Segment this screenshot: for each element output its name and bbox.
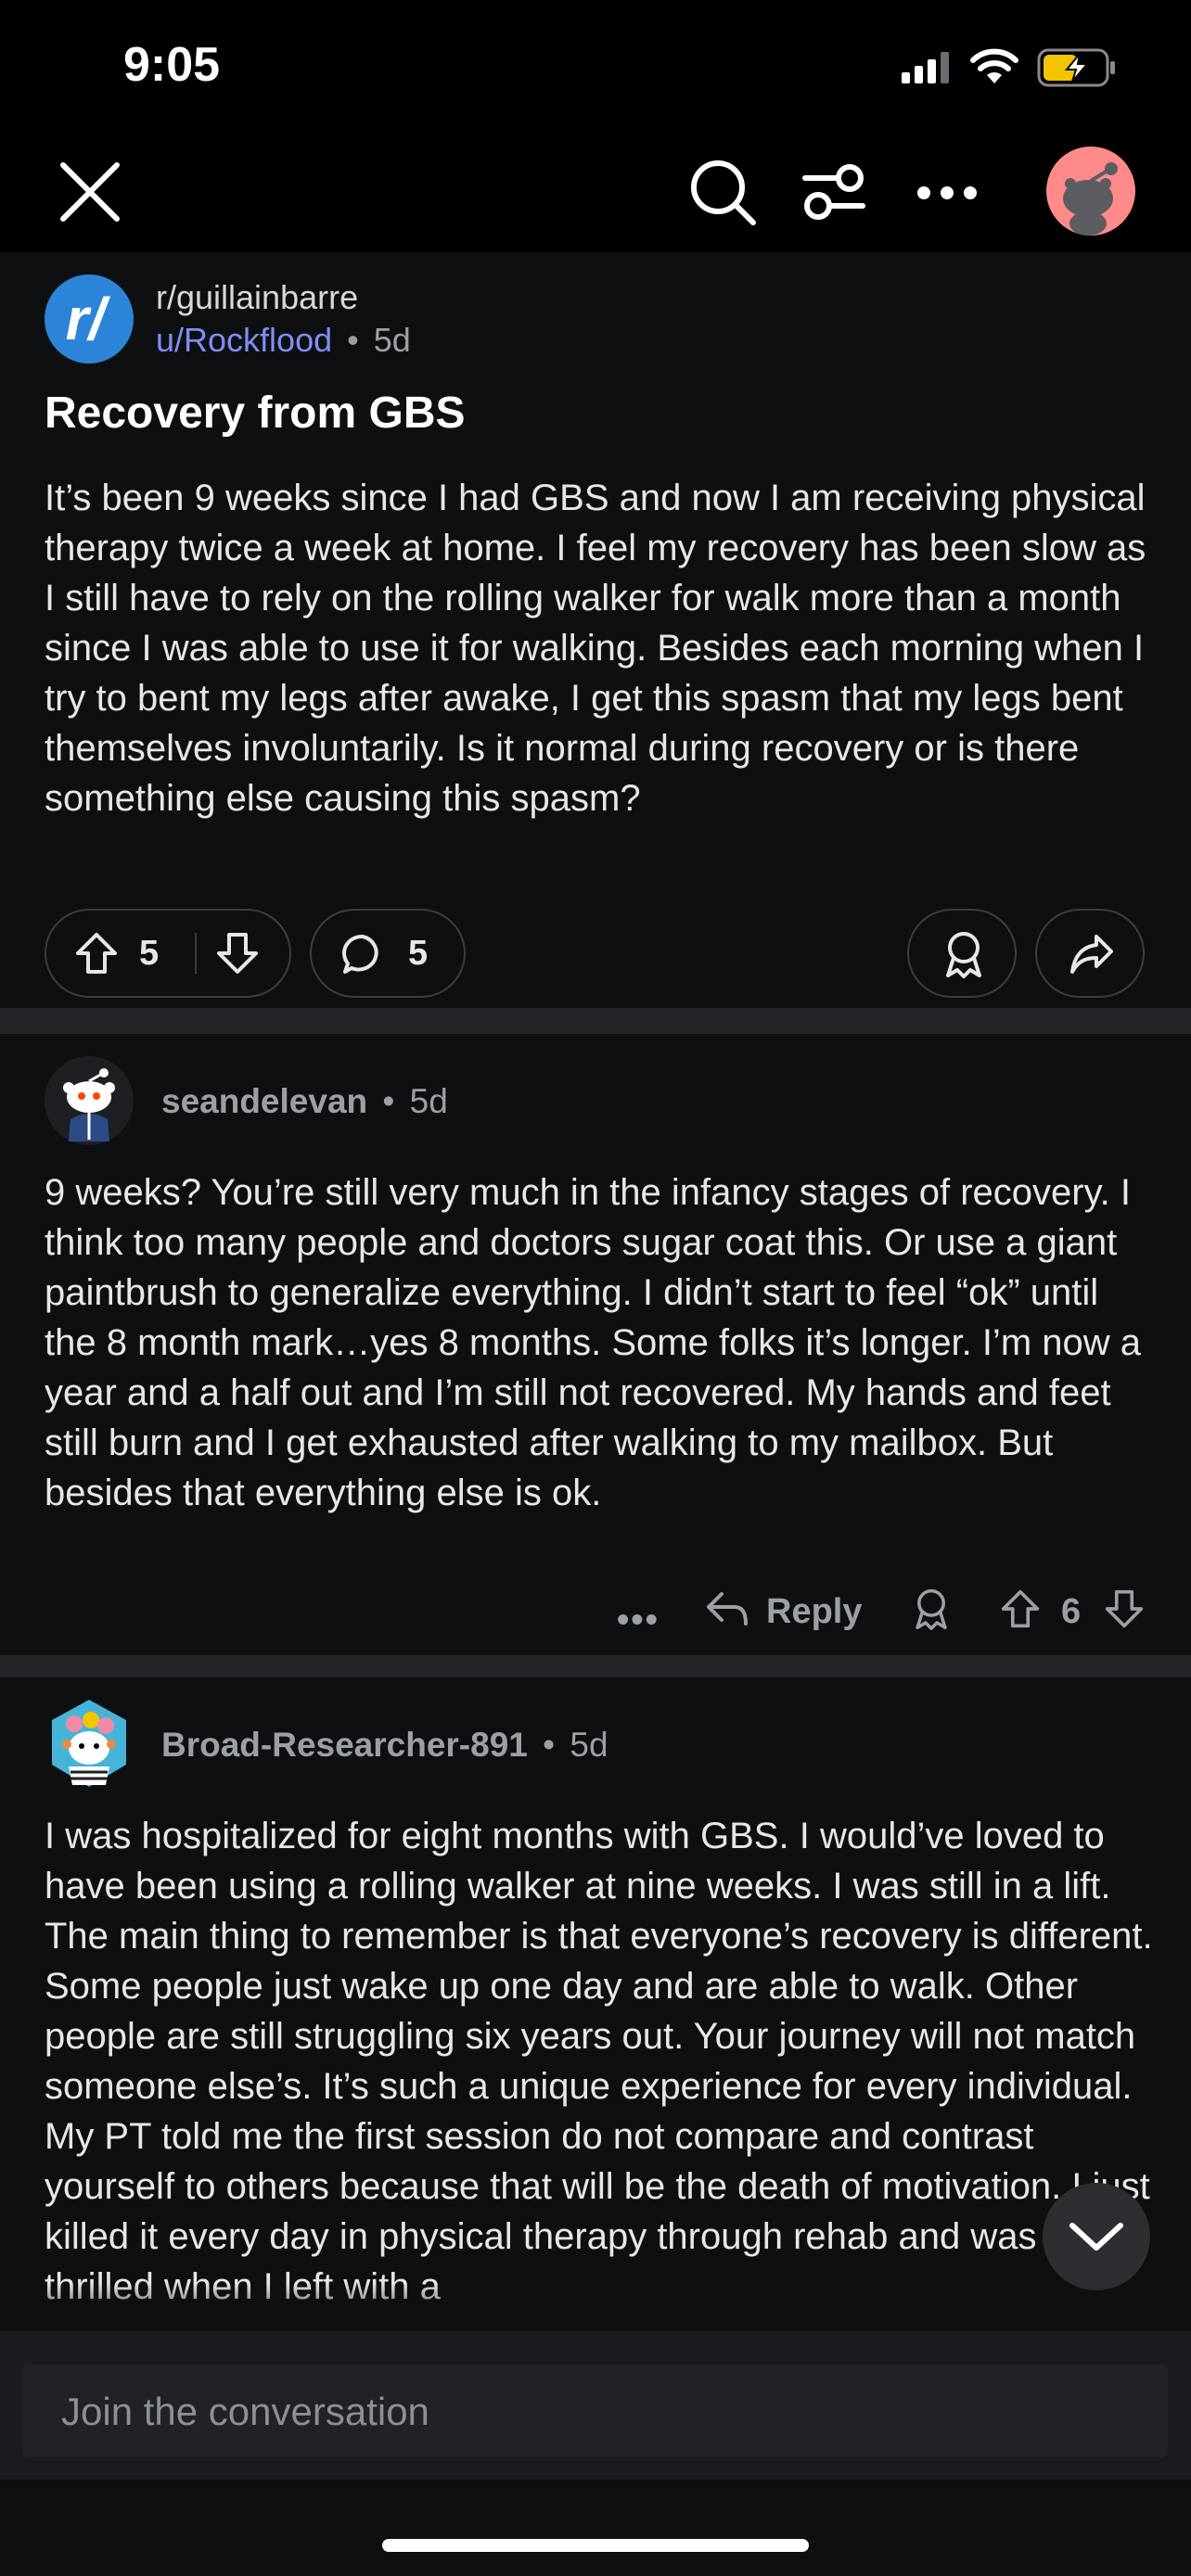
comment-icon [342,934,378,974]
share-button[interactable] [1035,909,1145,998]
home-area [0,2480,1191,2576]
post-age: 5d [373,321,411,359]
reply-button[interactable]: Reply [766,1592,862,1632]
status-bar: 9:05 [0,0,1191,139]
separator-dot: • [347,321,359,359]
comment-author[interactable]: seandelevan [161,1082,367,1120]
comment-age: 5d [570,1726,608,1764]
award-button[interactable] [907,909,1017,998]
comments-button[interactable]: 5 [310,909,466,998]
subreddit-icon[interactable]: r/ [45,274,134,363]
comment-author-line: Broad-Researcher-891 • 5d [161,1726,608,1765]
avatar[interactable] [1046,147,1135,236]
home-indicator[interactable] [382,2539,809,2552]
comment: Broad-Researcher-891 • 5d I was hospital… [0,1677,1191,2331]
comment-more-button[interactable]: ••• [617,1600,660,1640]
commenter-avatar[interactable] [43,1696,135,1792]
comment-count: 5 [408,934,429,973]
section-divider [0,1008,1191,1034]
vote-divider [195,933,197,974]
comment: seandelevan • 5d 9 weeks? You’re still v… [0,1034,1191,1655]
status-time: 9:05 [123,38,221,92]
downvote-icon[interactable] [215,931,260,976]
separator-dot: • [382,1082,395,1120]
join-conversation-input[interactable] [59,2365,1130,2459]
vote-pill: 5 [45,909,291,998]
signal-icon [902,52,949,83]
commenter-avatar[interactable] [45,1056,134,1145]
comment-author[interactable]: Broad-Researcher-891 [161,1726,528,1764]
composer [22,2365,1168,2459]
post-title: Recovery from GBS [45,389,466,438]
post-author-line: u/Rockflood • 5d [156,321,411,360]
upvote-icon[interactable] [74,931,119,976]
comment-body: 9 weeks? You’re still very much in the i… [45,1172,1141,1513]
next-comment-button[interactable] [1043,2183,1150,2290]
chevron-down-icon [1069,2223,1123,2251]
post-author[interactable]: u/Rockflood [156,321,332,359]
svg-text:r/: r/ [66,286,111,352]
award-icon[interactable] [911,1587,952,1631]
post-score: 5 [139,934,160,973]
subreddit-name[interactable]: r/guillainbarre [156,278,358,317]
close-icon[interactable] [58,159,122,224]
comment-body: I was hospitalized for eight months with… [45,1816,1153,2307]
wifi-icon [970,48,1018,83]
top-bar [0,139,1191,252]
award-icon [946,932,981,978]
sort-icon[interactable] [801,159,866,224]
section-divider [0,1655,1191,1677]
share-icon [1070,935,1113,974]
comment-author-line: seandelevan • 5d [161,1082,448,1121]
reply-icon[interactable] [705,1590,749,1627]
post-body: It’s been 9 weeks since I had GBS and no… [45,478,1146,819]
upvote-icon[interactable] [1000,1588,1041,1629]
battery-charging-icon [1037,48,1115,87]
post: r/ r/guillainbarre u/Rockflood • 5d Reco… [0,252,1191,1008]
search-icon[interactable] [688,158,759,228]
subreddit-glyph-icon: r/ [66,286,111,352]
separator-dot: • [543,1726,556,1764]
comment-age: 5d [409,1082,448,1120]
more-icon[interactable] [915,184,980,202]
comment-score: 6 [1061,1592,1082,1631]
downvote-icon[interactable] [1104,1588,1145,1629]
